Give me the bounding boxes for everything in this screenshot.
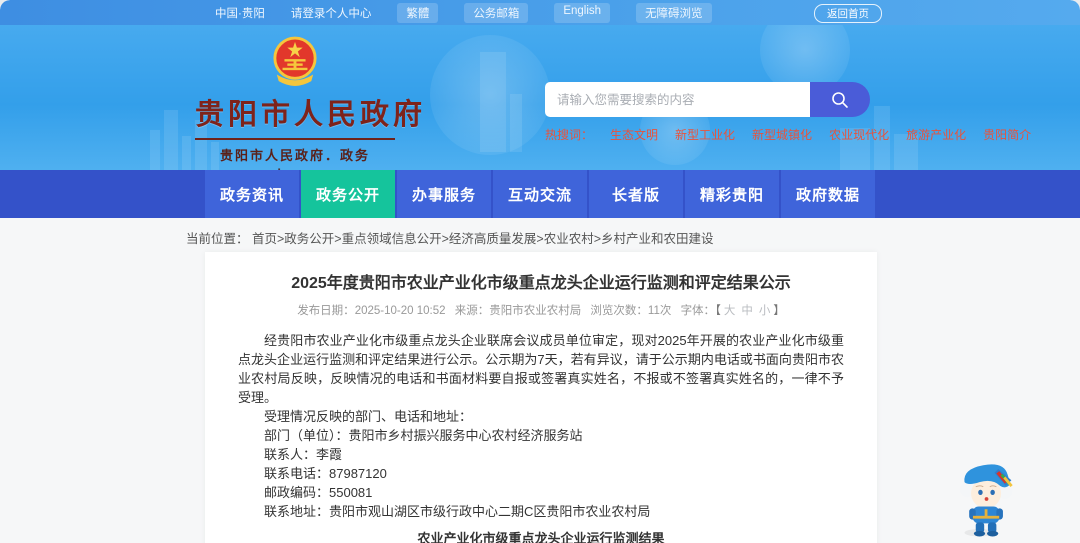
hot-search-link[interactable]: 旅游产业化 bbox=[906, 126, 966, 143]
nav-tab[interactable]: 政务资讯 bbox=[205, 170, 299, 218]
mascot-icon[interactable] bbox=[957, 457, 1017, 539]
breadcrumb: 当前位置： 首页>政务公开>重点领域信息公开>经济高质量发展>农业农村>乡村产业… bbox=[0, 218, 1080, 247]
main-navbar: 政务资讯 政务公开 办事服务 互动交流 长者版 精彩贵阳 政府数据 bbox=[0, 170, 1080, 218]
font-size-option[interactable]: 中 bbox=[738, 305, 756, 317]
topbar-pill-link[interactable]: 公务邮箱 bbox=[464, 2, 529, 23]
font-size-bracket: 】 bbox=[773, 305, 785, 317]
result-table-title: 农业产业化市级重点龙头企业运行监测结果 bbox=[417, 531, 665, 543]
hot-search-link[interactable]: 贵阳简介 bbox=[983, 126, 1031, 143]
font-size-option[interactable]: 小 bbox=[756, 305, 774, 317]
article-paragraph: 联系人：李霞 bbox=[264, 447, 343, 462]
back-to-home-button[interactable]: 返回首页 bbox=[814, 4, 882, 23]
site-banner: 贵阳市人民政府 贵阳市人民政府．政务 www.guiyang.gov.cn 热搜… bbox=[0, 25, 1080, 170]
search-input[interactable] bbox=[545, 82, 810, 117]
content-area: 当前位置： 首页>政务公开>重点领域信息公开>经济高质量发展>农业农村>乡村产业… bbox=[0, 218, 1080, 543]
topbar-pill-link[interactable]: 繁體 bbox=[397, 2, 439, 23]
cityscape-silhouette bbox=[480, 52, 526, 152]
publish-date-label: 发布日期： bbox=[297, 305, 355, 317]
font-size-label: 字体： bbox=[680, 305, 716, 317]
article-paragraph: 联系地址：贵阳市观山湖区市级行政中心二期C区贵阳市农业农村局 bbox=[264, 504, 651, 519]
search-button[interactable] bbox=[810, 82, 870, 117]
nav-tab[interactable]: 办事服务 bbox=[397, 170, 491, 218]
topbar-pill-link[interactable]: 无障碍浏览 bbox=[636, 2, 712, 23]
hot-search-link[interactable]: 生态文明 bbox=[610, 126, 658, 143]
hot-search-links: 生态文明 新型工业化 新型城镇化 农业现代化 旅游产业化 贵阳简介 bbox=[610, 126, 1031, 143]
search-icon bbox=[832, 91, 848, 108]
nav-tab[interactable]: 精彩贵阳 bbox=[685, 170, 779, 218]
topbar-pills: 繁體 公务邮箱 English 无障碍浏览 bbox=[397, 2, 712, 23]
nav-items: 政务资讯 政务公开 办事服务 互动交流 长者版 精彩贵阳 政府数据 bbox=[205, 170, 875, 218]
nav-tab[interactable]: 政府数据 bbox=[781, 170, 875, 218]
article-paragraph: 部门（单位）：贵阳市乡村振兴服务中心农村经济服务站 bbox=[264, 428, 583, 443]
views: 11次 bbox=[647, 305, 672, 317]
breadcrumb-label: 当前位置： bbox=[186, 232, 249, 246]
site-title: 贵阳市人民政府 bbox=[195, 99, 427, 131]
hot-search-label: 热搜词： bbox=[545, 128, 594, 142]
hot-search-link[interactable]: 农业现代化 bbox=[829, 126, 889, 143]
national-emblem-icon bbox=[273, 36, 317, 86]
article-paragraph: 联系电话：87987120 bbox=[264, 466, 387, 481]
region-link[interactable]: 中国·贵阳 bbox=[215, 5, 265, 21]
source-label: 来源： bbox=[454, 305, 490, 317]
article-paragraph: 经贵阳市农业产业化市级重点龙头企业联席会议成员单位审定，现对2025年开展的农业… bbox=[238, 333, 844, 405]
nav-tab[interactable]: 政务公开 bbox=[301, 170, 395, 218]
publish-date: 2025-10-20 10:52 bbox=[354, 305, 446, 317]
search-area: 热搜词： 生态文明新型工业化新型城镇化农业现代化旅游产业化贵阳简介 bbox=[545, 82, 1031, 143]
logo-divider bbox=[195, 138, 395, 140]
font-size-options: 大中小 bbox=[721, 305, 774, 317]
nav-tab[interactable]: 互动交流 bbox=[493, 170, 587, 218]
hot-search-link[interactable]: 新型城镇化 bbox=[752, 126, 812, 143]
top-utility-bar: 中国·贵阳 请登录个人中心 繁體 公务邮箱 English 无障碍浏览 返回首页 bbox=[0, 0, 1080, 25]
article-meta: 发布日期：2025-10-20 10:52 来源：贵阳市农业农村局 浏览次数：1… bbox=[238, 302, 844, 318]
article-card: 2025年度贵阳市农业产业化市级重点龙头企业运行监测和评定结果公示 发布日期：2… bbox=[205, 252, 877, 543]
topbar-pill-link[interactable]: English bbox=[554, 2, 611, 23]
article-body: 经贵阳市农业产业化市级重点龙头企业联席会议成员单位审定，现对2025年开展的农业… bbox=[238, 331, 844, 521]
browser-window: 中国·贵阳 请登录个人中心 繁體 公务邮箱 English 无障碍浏览 返回首页 bbox=[0, 0, 1080, 543]
hot-search-row: 热搜词： 生态文明 新型工业化 新型城镇化 农业现代化 旅游产业化 贵阳简介 bbox=[545, 126, 1031, 143]
article-paragraph: 邮政编码：550081 bbox=[264, 485, 373, 500]
hot-search-link[interactable]: 新型工业化 bbox=[675, 126, 735, 143]
article-paragraph: 受理情况反映的部门、电话和地址： bbox=[264, 409, 473, 424]
breadcrumb-path[interactable]: 首页>政务公开>重点领域信息公开>经济高质量发展>农业农村>乡村产业和农田建设 bbox=[252, 232, 714, 246]
views-label: 浏览次数： bbox=[590, 305, 648, 317]
font-size-option[interactable]: 大 bbox=[721, 305, 739, 317]
nav-tab[interactable]: 长者版 bbox=[589, 170, 683, 218]
source: 贵阳市农业农村局 bbox=[489, 305, 582, 317]
article-title: 2025年度贵阳市农业产业化市级重点龙头企业运行监测和评定结果公示 bbox=[291, 275, 791, 292]
site-logo-area[interactable]: 贵阳市人民政府 贵阳市人民政府．政务 www.guiyang.gov.cn bbox=[195, 35, 427, 170]
login-personal-center-link[interactable]: 请登录个人中心 bbox=[291, 5, 372, 21]
site-subtitle: 贵阳市人民政府．政务 bbox=[219, 148, 370, 163]
